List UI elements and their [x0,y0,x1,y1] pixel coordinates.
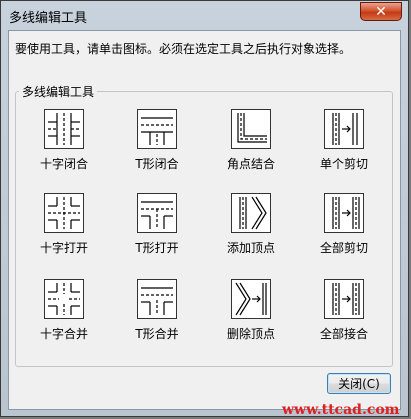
window-close-button[interactable]: ✕ [360,2,402,21]
dialog-window: 多线编辑工具 ✕ 要使用工具，请单击图标。必须在选定工具之后执行对象选择。 多线… [0,0,409,417]
tee-closed-icon [141,117,173,145]
tool-corner-joint: 角点结合 [211,109,291,181]
tool-tee-merged-button[interactable] [137,279,177,319]
tool-tee-open-button[interactable] [137,193,177,233]
window-title: 多线编辑工具 [9,11,88,26]
tool-tee-merged: T形合并 [117,279,197,351]
tool-cut-single: 单个剪切 [304,109,384,181]
cross-open-icon [48,197,80,229]
tool-weld-all-button[interactable] [324,279,364,319]
watermark-text: www.ttcad.com [282,402,400,418]
tool-label: 十字合并 [39,327,88,341]
tool-cross-merged-button[interactable] [44,279,84,319]
tool-add-vertex: 添加顶点 [211,193,291,265]
tee-merged-icon [141,287,173,315]
cross-closed-icon [48,113,80,145]
tool-label: 全部剪切 [319,241,368,255]
tool-label: 十字打开 [39,241,88,255]
tool-weld-all: 全部接合 [304,279,384,351]
tee-open-icon [141,201,173,229]
tool-cross-open: 十字打开 [24,193,104,265]
tool-label: 全部接合 [319,327,368,341]
add-vertex-icon [239,196,267,230]
tool-label: 添加顶点 [226,241,275,255]
tool-tee-closed-button[interactable] [137,109,177,149]
cut-all-icon [332,197,360,229]
tool-label: T形合并 [135,327,179,341]
delete-vertex-icon [235,282,267,316]
close-dialog-button[interactable]: 关闭(C) [327,373,391,394]
tool-label: 单个剪切 [319,157,368,171]
tool-label: T形闭合 [135,157,179,171]
close-icon: ✕ [375,3,387,20]
tool-label: T形打开 [135,241,179,255]
tool-cross-closed-button[interactable] [44,109,84,149]
cross-merged-icon [48,283,80,315]
title-bar[interactable]: 多线编辑工具 ✕ [1,1,408,29]
tool-label: 角点结合 [226,157,275,171]
tool-add-vertex-button[interactable] [231,193,271,233]
cut-single-icon [332,113,358,145]
tool-cut-all-button[interactable] [324,193,364,233]
tool-delete-vertex: 删除顶点 [211,279,291,351]
weld-all-icon [332,283,360,315]
group-title: 多线编辑工具 [19,83,98,100]
tool-label: 十字闭合 [39,157,88,171]
tool-label: 删除顶点 [226,327,275,341]
tool-tee-open: T形打开 [117,193,197,265]
tool-cut-single-button[interactable] [324,109,364,149]
tool-cross-open-button[interactable] [44,193,84,233]
dialog-client-area: 要使用工具，请单击图标。必须在选定工具之后执行对象选择。 多线编辑工具 十字闭合 [8,30,401,410]
tool-tee-closed: T形闭合 [117,109,197,181]
tool-cross-closed: 十字闭合 [24,109,104,181]
tool-cut-all: 全部剪切 [304,193,384,265]
tool-cross-merged: 十字合并 [24,279,104,351]
tool-corner-joint-button[interactable] [231,109,271,149]
corner-joint-icon [237,113,267,143]
instruction-text: 要使用工具，请单击图标。必须在选定工具之后执行对象选择。 [15,42,352,56]
tool-delete-vertex-button[interactable] [231,279,271,319]
